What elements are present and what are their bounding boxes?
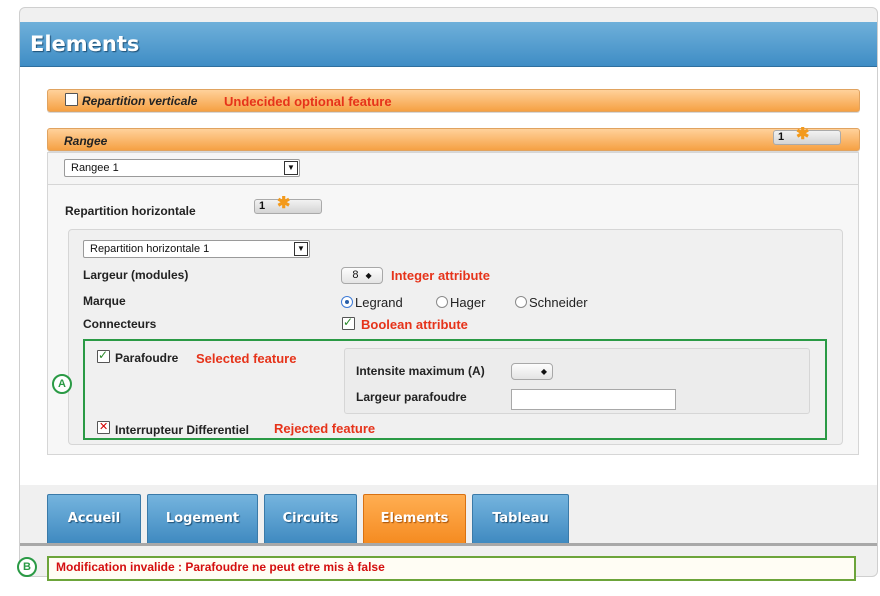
dropdown-arrow-icon: ▼ (284, 161, 298, 175)
parafoudre-label: Parafoudre (115, 351, 179, 365)
interrupteur-differentiel-checkbox[interactable] (97, 420, 110, 434)
tab-circuits[interactable]: Circuits (264, 494, 357, 545)
rejected-feature-annotation: Rejected feature (274, 421, 376, 436)
stepper-arrows-icon: ◆ (540, 367, 547, 376)
largeur-modules-label: Largeur (modules) (83, 268, 189, 282)
rangee-bar (47, 128, 860, 151)
largeur-parafoudre-label: Largeur parafoudre (356, 390, 467, 404)
radio-hager-label: Hager (450, 295, 486, 310)
tab-accueil-label: Accueil (67, 511, 121, 526)
repartition-horizontale-count-value: 1 (259, 200, 266, 212)
largeur-modules-stepper[interactable]: 8 ◆ (341, 267, 383, 284)
tab-circuits-label: Circuits (282, 511, 339, 526)
marker-b: B (17, 557, 37, 577)
page-title: Elements (30, 32, 140, 56)
tab-bar-divider (20, 543, 877, 546)
largeur-parafoudre-input[interactable] (511, 389, 676, 410)
radio-hager[interactable] (436, 296, 448, 308)
stepper-arrows-icon: ◆ (365, 271, 372, 280)
marque-label: Marque (83, 294, 126, 308)
interrupteur-differentiel-label: Interrupteur Differentiel (115, 423, 250, 437)
repartition-horizontale-label: Repartition horizontale (65, 204, 196, 218)
intensite-maximum-select[interactable]: ◆ (511, 363, 553, 380)
dropdown-arrow-icon: ▼ (294, 242, 308, 256)
rangee-select[interactable]: Rangee 1 ▼ (64, 159, 300, 177)
radio-legrand-label: Legrand (355, 295, 403, 310)
rangee-count-spinner[interactable]: 1 ✱ (773, 126, 841, 145)
largeur-modules-value: 8 (352, 269, 359, 281)
undecided-feature-annotation: Undecided optional feature (224, 94, 392, 109)
selected-feature-annotation: Selected feature (196, 351, 297, 366)
rangee-count-value: 1 (778, 131, 785, 143)
tab-accueil[interactable]: Accueil (47, 494, 141, 545)
boolean-attribute-annotation: Boolean attribute (361, 317, 468, 332)
asterisk-icon: ✱ (796, 126, 810, 143)
page-header: Elements (20, 22, 877, 67)
tab-logement-label: Logement (165, 511, 240, 526)
integer-attribute-annotation: Integer attribute (391, 268, 490, 283)
parafoudre-checkbox[interactable] (97, 348, 110, 363)
tab-elements-label: Elements (380, 511, 449, 526)
tab-tableau[interactable]: Tableau (472, 494, 569, 545)
repartition-horizontale-select-value: Repartition horizontale 1 (90, 243, 210, 255)
repartition-verticale-label: Repartition verticale (82, 94, 198, 108)
repartition-horizontale-count-spinner[interactable]: 1 ✱ (254, 195, 322, 214)
marker-b-label: B (23, 561, 31, 573)
connecteurs-label: Connecteurs (83, 317, 157, 331)
marker-a-label: A (58, 378, 66, 390)
status-message: Modification invalide : Parafoudre ne pe… (56, 560, 385, 574)
radio-schneider[interactable] (515, 296, 527, 308)
tab-tableau-label: Tableau (492, 511, 549, 526)
connecteurs-checkbox[interactable] (342, 315, 355, 330)
rangee-label: Rangee (64, 134, 108, 148)
marker-a: A (52, 374, 72, 394)
asterisk-icon: ✱ (277, 195, 291, 212)
repartition-verticale-checkbox[interactable] (65, 93, 78, 106)
tab-logement[interactable]: Logement (147, 494, 258, 545)
radio-legrand[interactable] (341, 296, 353, 308)
tab-elements[interactable]: Elements (363, 494, 466, 545)
repartition-horizontale-select[interactable]: Repartition horizontale 1 ▼ (83, 240, 310, 258)
rangee-select-value: Rangee 1 (71, 162, 119, 174)
radio-schneider-label: Schneider (529, 295, 588, 310)
intensite-maximum-label: Intensite maximum (A) (356, 364, 485, 378)
